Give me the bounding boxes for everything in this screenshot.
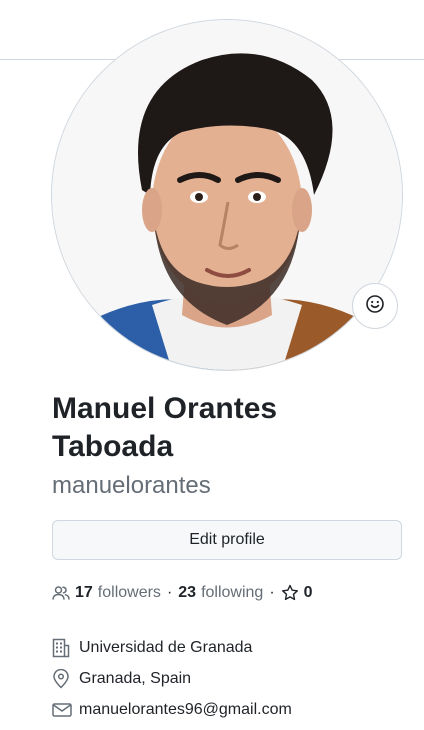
following-label: following bbox=[201, 584, 264, 601]
smiley-icon bbox=[365, 294, 385, 319]
stars-link[interactable]: 0 bbox=[281, 584, 318, 602]
star-icon bbox=[281, 584, 299, 602]
location-text: Granada, Spain bbox=[79, 669, 192, 687]
followers-label: followers bbox=[97, 584, 161, 601]
location-pin-icon bbox=[52, 668, 72, 689]
profile-details-list: Universidad de Granada Granada, Spain ma… bbox=[52, 632, 292, 725]
building-icon bbox=[52, 638, 72, 658]
edit-profile-button[interactable]: Edit profile bbox=[52, 520, 402, 560]
detail-email: manuelorantes96@gmail.com bbox=[52, 694, 292, 725]
followers-count: 17 bbox=[75, 584, 93, 601]
followers-link[interactable]: 17 followers bbox=[52, 584, 161, 602]
organization-text: Universidad de Granada bbox=[79, 638, 253, 656]
mail-icon bbox=[52, 702, 72, 718]
detail-organization: Universidad de Granada bbox=[52, 632, 292, 663]
profile-page: Manuel Orantes Taboada manuelorantes Edi… bbox=[0, 0, 424, 730]
following-count: 23 bbox=[178, 584, 197, 601]
following-link[interactable]: 23 following bbox=[178, 584, 263, 602]
stats-separator: · bbox=[166, 584, 173, 601]
avatar-container bbox=[52, 20, 402, 370]
email-link[interactable]: manuelorantes96@gmail.com bbox=[79, 701, 292, 719]
detail-location: Granada, Spain bbox=[52, 663, 292, 694]
set-status-button[interactable] bbox=[352, 283, 398, 329]
stats-separator: · bbox=[269, 584, 275, 601]
profile-username: manuelorantes bbox=[52, 472, 211, 499]
stars-count: 0 bbox=[303, 584, 313, 601]
people-icon bbox=[52, 584, 70, 602]
avatar-photo bbox=[52, 20, 402, 370]
profile-full-name: Manuel Orantes Taboada bbox=[52, 392, 278, 463]
avatar[interactable] bbox=[52, 20, 402, 370]
profile-stats: 17 followers · 23 following · 0 bbox=[52, 582, 318, 604]
